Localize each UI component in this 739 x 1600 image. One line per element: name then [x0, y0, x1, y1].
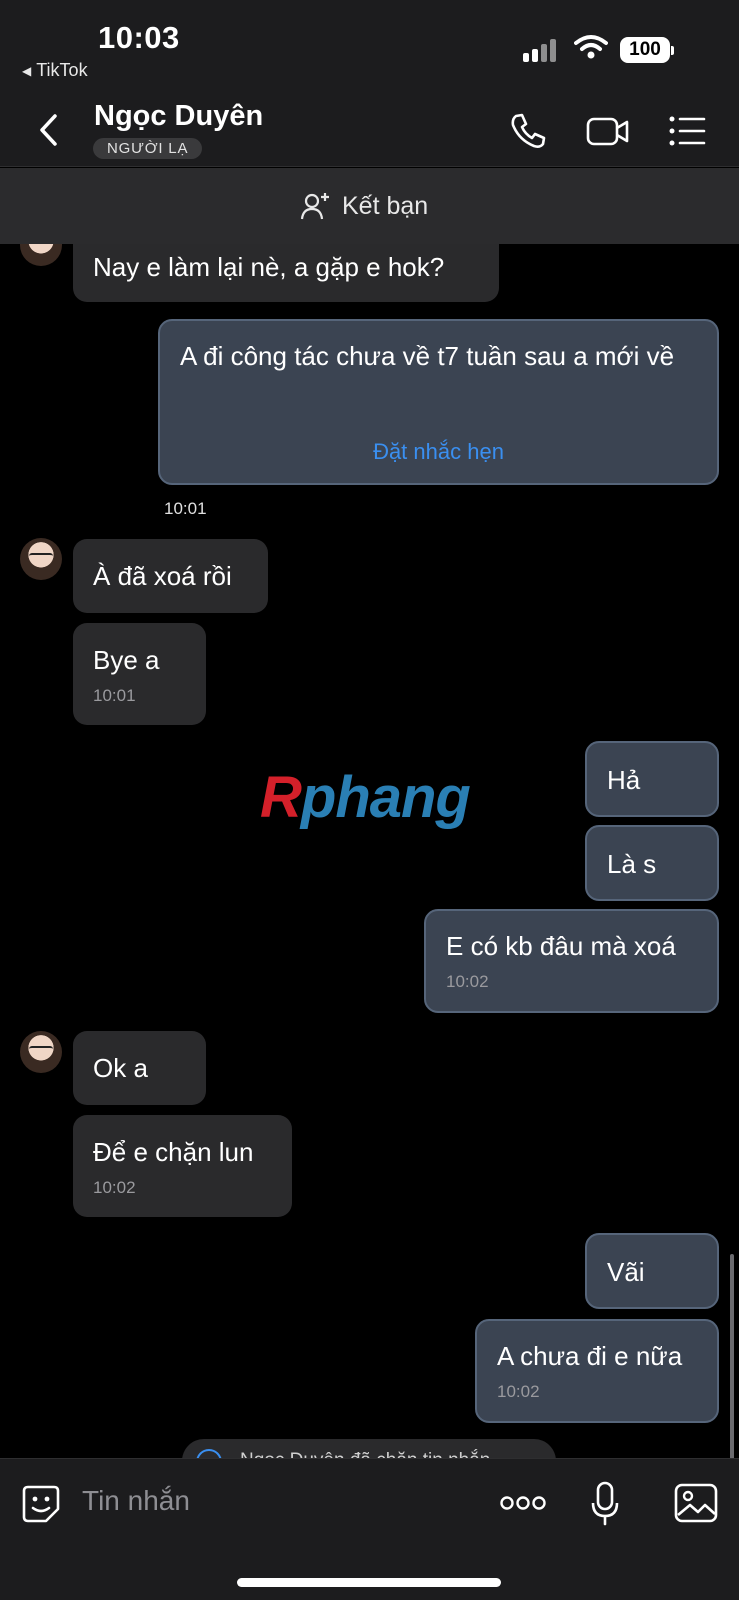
signal-icon	[523, 38, 563, 62]
clock: 10:03	[98, 20, 180, 55]
back-triangle-icon: ◀	[22, 64, 32, 78]
add-friend-bar: Kết bạn	[0, 168, 739, 244]
message-bubble-incoming[interactable]: Để e chặn lun 10:02	[73, 1115, 292, 1217]
message-text: Là s	[607, 849, 657, 879]
message-bubble-incoming[interactable]: À đã xoá rồi	[73, 539, 268, 613]
contact-name[interactable]: Ngọc Duyên	[94, 100, 263, 133]
video-camera-icon[interactable]	[585, 110, 631, 152]
message-time: 10:02	[446, 972, 489, 991]
message-text: Vãi	[607, 1257, 645, 1287]
phone-icon[interactable]	[507, 110, 549, 152]
microphone-icon[interactable]	[590, 1481, 620, 1527]
info-icon	[196, 1449, 222, 1458]
add-user-icon	[300, 193, 329, 220]
image-icon[interactable]	[674, 1483, 718, 1523]
list-menu-icon[interactable]	[667, 110, 709, 152]
message-bubble-incoming[interactable]: Nay e làm lại nè, a gặp e hok?	[73, 244, 499, 302]
status-bar: 10:03 ◀ TikTok 100	[0, 0, 739, 92]
avatar[interactable]	[20, 538, 62, 580]
back-to-app-link[interactable]: ◀ TikTok	[22, 60, 88, 81]
sticker-face-icon[interactable]	[20, 1483, 62, 1525]
message-text: Ok a	[93, 1053, 148, 1083]
avatar[interactable]	[20, 244, 62, 266]
chevron-left-icon[interactable]	[30, 110, 70, 150]
message-text: Nay e làm lại nè, a gặp e hok?	[93, 252, 445, 282]
message-bubble-outgoing[interactable]: A chưa đi e nữa 10:02	[475, 1319, 719, 1423]
message-bubble-outgoing[interactable]: Vãi	[585, 1233, 719, 1309]
add-friend-button[interactable]: Kết bạn	[300, 186, 428, 226]
message-time: 10:01	[93, 686, 136, 705]
message-bubble-outgoing[interactable]: E có kb đâu mà xoá 10:02	[424, 909, 719, 1013]
watermark-logo: Rphang	[260, 765, 471, 830]
message-bubble-incoming[interactable]: Bye a 10:01	[73, 623, 206, 725]
home-indicator	[237, 1578, 501, 1587]
chat-header: Ngọc Duyên NGƯỜI LẠ	[0, 92, 739, 167]
message-time: 10:02	[93, 1178, 136, 1197]
battery-indicator: 100	[620, 37, 674, 63]
message-bubble-outgoing[interactable]: A đi công tác chưa về t7 tuần sau a mới …	[158, 319, 719, 485]
blocked-notice: Ngọc Duyên đã chặn tin nhắn	[182, 1439, 556, 1458]
avatar[interactable]	[20, 1031, 62, 1073]
stranger-badge: NGƯỜI LẠ	[93, 138, 203, 159]
message-text: À đã xoá rồi	[93, 561, 232, 591]
set-reminder-link[interactable]: Đặt nhắc hẹn	[160, 435, 717, 469]
message-input-bar: Tin nhắn	[0, 1458, 739, 1600]
back-app-label: TikTok	[36, 60, 88, 80]
message-bubble-incoming[interactable]: Ok a	[73, 1031, 206, 1105]
message-input[interactable]: Tin nhắn	[82, 1485, 190, 1517]
wifi-icon	[574, 35, 608, 59]
message-text: Hả	[607, 765, 641, 795]
more-dots-icon[interactable]	[500, 1493, 546, 1513]
scrollbar[interactable]	[730, 1254, 734, 1458]
message-time: 10:02	[497, 1382, 540, 1401]
message-time: 10:01	[164, 499, 207, 518]
message-list[interactable]: Nay e làm lại nè, a gặp e hok? A đi công…	[0, 244, 739, 1458]
message-bubble-outgoing[interactable]: Hả	[585, 741, 719, 817]
message-bubble-outgoing[interactable]: Là s	[585, 825, 719, 901]
add-friend-label: Kết bạn	[342, 191, 429, 220]
blocked-notice-text: Ngọc Duyên đã chặn tin nhắn	[240, 1450, 490, 1458]
message-text: A đi công tác chưa về t7 tuần sau a mới …	[180, 341, 675, 371]
